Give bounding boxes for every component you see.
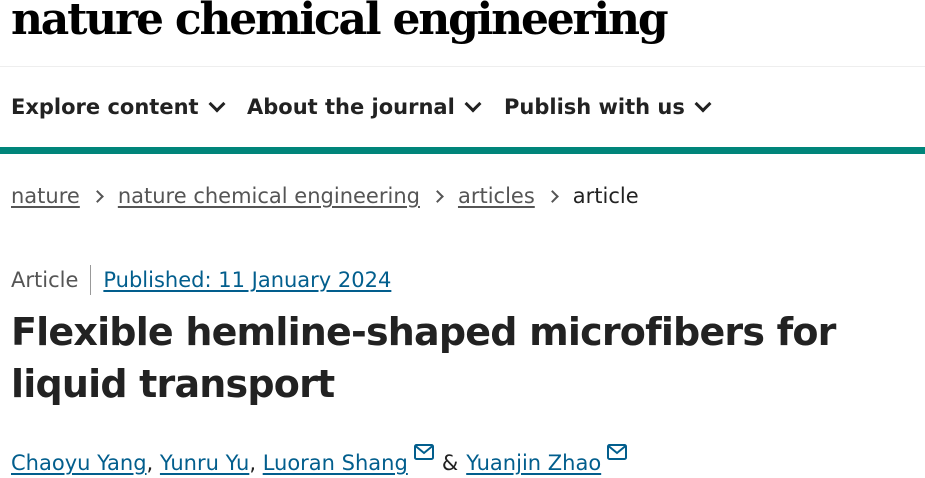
author-link[interactable]: Yuanjin Zhao	[466, 451, 601, 475]
breadcrumb-item-current: article	[572, 184, 639, 208]
published-date-link[interactable]: Published: 11 January 2024	[103, 268, 391, 292]
breadcrumb-item-journal[interactable]: nature chemical engineering	[118, 184, 420, 208]
chevron-right-icon	[545, 189, 559, 203]
breadcrumb: nature nature chemical engineering artic…	[11, 184, 639, 208]
email-icon[interactable]	[607, 441, 628, 465]
chevron-down-icon	[464, 95, 482, 112]
chevron-down-icon	[694, 95, 712, 112]
article-type-label: Article	[11, 265, 92, 295]
breadcrumb-item-nature[interactable]: nature	[11, 184, 80, 208]
journal-logo[interactable]: nature chemical engineering	[11, 0, 669, 45]
chevron-right-icon	[431, 189, 444, 203]
nav-about-journal[interactable]: About the journal	[247, 95, 482, 119]
chevron-right-icon	[90, 189, 104, 203]
author-link[interactable]: Luoran Shang	[263, 451, 408, 475]
author-separator: ,	[249, 451, 256, 475]
nav-publish-with-us[interactable]: Publish with us	[504, 95, 712, 119]
article-title: Flexible hemline-shaped microfibers for …	[11, 310, 836, 406]
nav-item-label: Explore content	[11, 95, 199, 119]
chevron-down-icon	[208, 95, 226, 112]
nav-explore-content[interactable]: Explore content	[11, 95, 226, 119]
author-link[interactable]: Chaoyu Yang	[11, 451, 147, 475]
journal-header: nature chemical engineering	[0, 0, 925, 67]
nav-item-label: Publish with us	[504, 95, 685, 119]
email-icon[interactable]	[413, 441, 434, 465]
nav-item-label: About the journal	[247, 95, 455, 119]
author-link[interactable]: Yunru Yu	[160, 451, 249, 475]
main-nav: Explore content About the journal Publis…	[0, 67, 925, 154]
article-meta: Article Published: 11 January 2024	[11, 265, 391, 295]
author-list: Chaoyu Yang, Yunru Yu, Luoran Shang & Yuan…	[11, 441, 628, 475]
author-separator: ,	[146, 451, 154, 475]
breadcrumb-item-articles[interactable]: articles	[458, 184, 535, 208]
author-conjunction: &	[441, 451, 459, 475]
